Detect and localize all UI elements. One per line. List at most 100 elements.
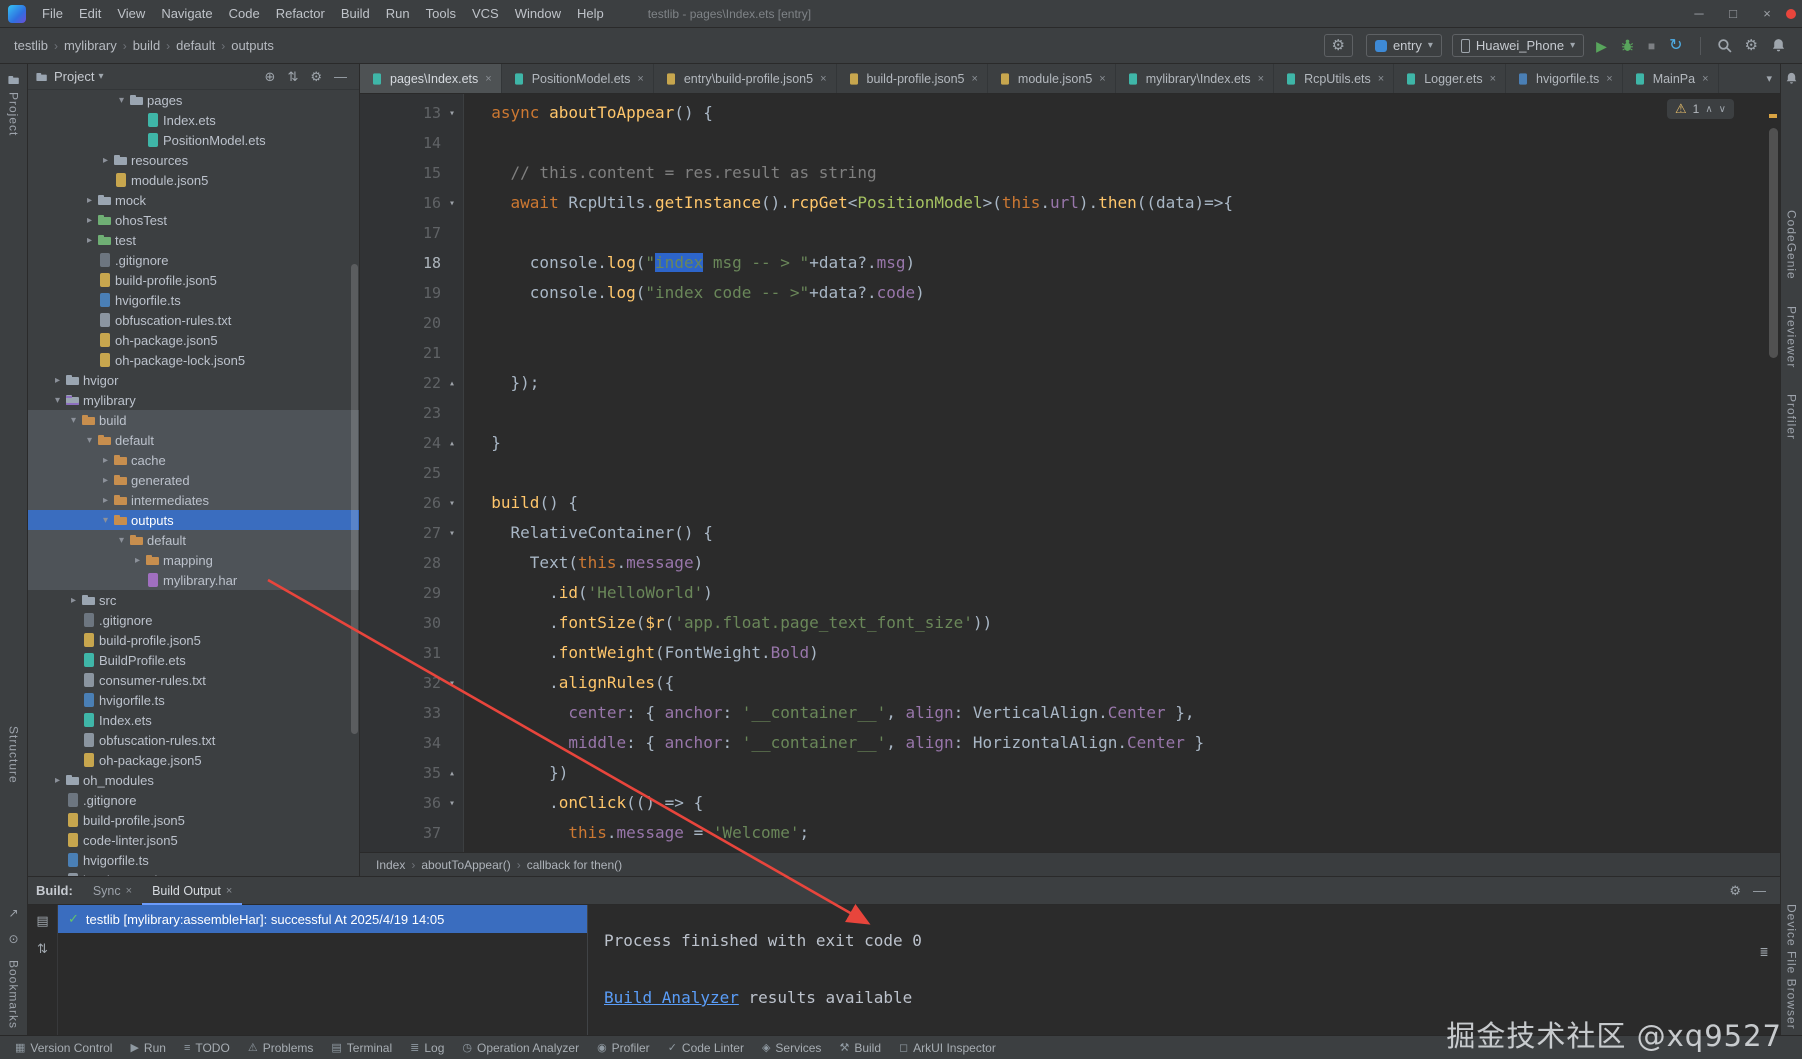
- nav-crumb-build[interactable]: build: [129, 38, 164, 53]
- chevron-right-icon[interactable]: ▸: [98, 455, 113, 466]
- tree-item-outputs[interactable]: ▾outputs: [28, 510, 359, 530]
- close-icon[interactable]: ×: [1702, 73, 1708, 85]
- tree-item-code-linter-json5[interactable]: code-linter.json5: [28, 830, 359, 850]
- panel-settings-icon[interactable]: ⚙: [304, 69, 328, 85]
- next-issue-icon[interactable]: ∨: [1719, 104, 1726, 115]
- close-icon[interactable]: ×: [1606, 73, 1612, 85]
- tree-item-src[interactable]: ▸src: [28, 590, 359, 610]
- build-analyzer-link[interactable]: Build Analyzer: [604, 988, 739, 1007]
- toolwindow-codegenie-button[interactable]: CodeGenie: [1785, 210, 1799, 280]
- open-in-new-icon[interactable]: ↗: [0, 906, 27, 920]
- menu-navigate[interactable]: Navigate: [153, 0, 220, 27]
- tree-item-gitignore[interactable]: .gitignore: [28, 250, 359, 270]
- search-icon[interactable]: [1717, 38, 1732, 53]
- fold-expanded-icon[interactable]: ▾: [441, 198, 463, 209]
- chevron-right-icon[interactable]: ▸: [66, 595, 81, 606]
- chevron-right-icon[interactable]: ▸: [50, 375, 65, 386]
- filter-icon[interactable]: ▤: [30, 913, 54, 929]
- tab-rcputils-ets[interactable]: RcpUtils.ets×: [1274, 64, 1394, 93]
- device-selector[interactable]: Huawei_Phone ▾: [1452, 34, 1584, 57]
- toolwindow-bookmarks-button[interactable]: Bookmarks: [0, 960, 27, 1029]
- tree-item-positionmodel-ets[interactable]: PositionModel.ets: [28, 130, 359, 150]
- statusbar-build[interactable]: ⚒Build: [830, 1036, 890, 1059]
- tree-item-index-ets[interactable]: Index.ets: [28, 710, 359, 730]
- hide-panel-icon[interactable]: —: [328, 69, 353, 84]
- tree-item-oh-package-json5[interactable]: oh-package.json5: [28, 330, 359, 350]
- tree-item-gitignore[interactable]: .gitignore: [28, 610, 359, 630]
- chevron-right-icon[interactable]: ▸: [98, 475, 113, 486]
- close-icon[interactable]: ×: [1490, 73, 1496, 85]
- close-button[interactable]: ×: [1750, 0, 1784, 27]
- fold-expanded-icon[interactable]: ▾: [441, 498, 463, 509]
- toolwindow-profiler-button[interactable]: Profiler: [1785, 394, 1799, 440]
- toolwindow-previewer-button[interactable]: Previewer: [1785, 306, 1799, 368]
- hide-panel-icon[interactable]: —: [1747, 883, 1772, 898]
- statusbar-services[interactable]: ◈Services: [753, 1036, 830, 1059]
- tree-item-hvigorfile-ts[interactable]: hvigorfile.ts: [28, 690, 359, 710]
- menu-run[interactable]: Run: [378, 0, 418, 27]
- nav-crumb-mylibrary[interactable]: mylibrary: [60, 38, 121, 53]
- tree-item-oh-package-lock-json5[interactable]: oh-package-lock.json5: [28, 350, 359, 370]
- tab-module-json5[interactable]: module.json5×: [988, 64, 1116, 93]
- run-button[interactable]: ▶: [1589, 36, 1614, 56]
- close-icon[interactable]: ×: [1258, 73, 1264, 85]
- tree-item-build-profile-json5[interactable]: build-profile.json5: [28, 630, 359, 650]
- locate-file-icon[interactable]: ⊕: [259, 69, 282, 85]
- menu-build[interactable]: Build: [333, 0, 378, 27]
- code-viewport[interactable]: 13▾141516▾171819202122▴2324▴2526▾27▾2829…: [360, 94, 1780, 852]
- chevron-down-icon[interactable]: ▾: [114, 535, 129, 546]
- close-icon[interactable]: ×: [485, 73, 491, 85]
- menu-window[interactable]: Window: [507, 0, 569, 27]
- prev-issue-icon[interactable]: ∧: [1705, 104, 1712, 115]
- chevron-right-icon[interactable]: ▸: [98, 495, 113, 506]
- tree-item-ohostest[interactable]: ▸ohosTest: [28, 210, 359, 230]
- tree-item-intermediates[interactable]: ▸intermediates: [28, 490, 359, 510]
- tree-item-oh-package-json5[interactable]: oh-package.json5: [28, 750, 359, 770]
- fold-expanded-icon[interactable]: ▾: [441, 678, 463, 689]
- toolwindow-device-file-browser-button[interactable]: Device File Browser: [1785, 904, 1799, 1030]
- chevron-down-icon[interactable]: ▾: [98, 515, 113, 526]
- tree-item-build-profile-json5[interactable]: build-profile.json5: [28, 270, 359, 290]
- scrollbar-thumb[interactable]: [1769, 128, 1778, 358]
- chevron-right-icon[interactable]: ▸: [50, 775, 65, 786]
- statusbar-todo[interactable]: ≡TODO: [175, 1036, 239, 1059]
- close-icon[interactable]: ×: [126, 885, 132, 897]
- tab-logger-ets[interactable]: Logger.ets×: [1394, 64, 1506, 93]
- chevron-right-icon[interactable]: ▸: [98, 155, 113, 166]
- menu-vcs[interactable]: VCS: [464, 0, 507, 27]
- minimize-button[interactable]: ─: [1682, 0, 1716, 27]
- tree-item-mock[interactable]: ▸mock: [28, 190, 359, 210]
- statusbar-code-linter[interactable]: ✓Code Linter: [659, 1036, 753, 1059]
- chevron-down-icon[interactable]: ▾: [82, 435, 97, 446]
- breadcrumb-abouttoappear[interactable]: aboutToAppear(): [417, 858, 514, 872]
- maximize-button[interactable]: □: [1716, 0, 1750, 27]
- tree-item-index-ets[interactable]: Index.ets: [28, 110, 359, 130]
- chevron-down-icon[interactable]: ▾: [98, 71, 103, 82]
- module-selector[interactable]: entry ▾: [1366, 34, 1442, 57]
- chevron-down-icon[interactable]: ▾: [114, 95, 129, 106]
- statusbar-version-control[interactable]: ▦Version Control: [6, 1036, 121, 1059]
- tree-item-consumer-rules-txt[interactable]: consumer-rules.txt: [28, 670, 359, 690]
- close-icon[interactable]: ×: [971, 73, 977, 85]
- statusbar-operation-analyzer[interactable]: ◷Operation Analyzer: [453, 1036, 588, 1059]
- tree-item-test[interactable]: ▸test: [28, 230, 359, 250]
- statusbar-profiler[interactable]: ◉Profiler: [588, 1036, 659, 1059]
- fold-expanded-icon[interactable]: ▾: [441, 798, 463, 809]
- statusbar-terminal[interactable]: ▤Terminal: [322, 1036, 401, 1059]
- tree-item-gitignore[interactable]: .gitignore: [28, 790, 359, 810]
- chevron-right-icon[interactable]: ▸: [82, 235, 97, 246]
- chevron-right-icon[interactable]: ▸: [82, 215, 97, 226]
- tab-hvigorfile-ts[interactable]: hvigorfile.ts×: [1506, 64, 1623, 93]
- tree-item-obfuscation-rules-txt[interactable]: obfuscation-rules.txt: [28, 310, 359, 330]
- tree-item-oh-modules[interactable]: ▸oh_modules: [28, 770, 359, 790]
- tree-item-pages[interactable]: ▾pages: [28, 90, 359, 110]
- close-icon[interactable]: ×: [226, 885, 232, 897]
- statusbar-log[interactable]: ≣Log: [401, 1036, 453, 1059]
- tree-item-mapping[interactable]: ▸mapping: [28, 550, 359, 570]
- menu-help[interactable]: Help: [569, 0, 612, 27]
- menu-refactor[interactable]: Refactor: [268, 0, 333, 27]
- debug-button[interactable]: [1620, 38, 1635, 53]
- statusbar-run[interactable]: ▶Run: [121, 1036, 174, 1059]
- tab-mainpa[interactable]: MainPa×: [1623, 64, 1719, 93]
- tab-build-profile-json5[interactable]: build-profile.json5×: [837, 64, 988, 93]
